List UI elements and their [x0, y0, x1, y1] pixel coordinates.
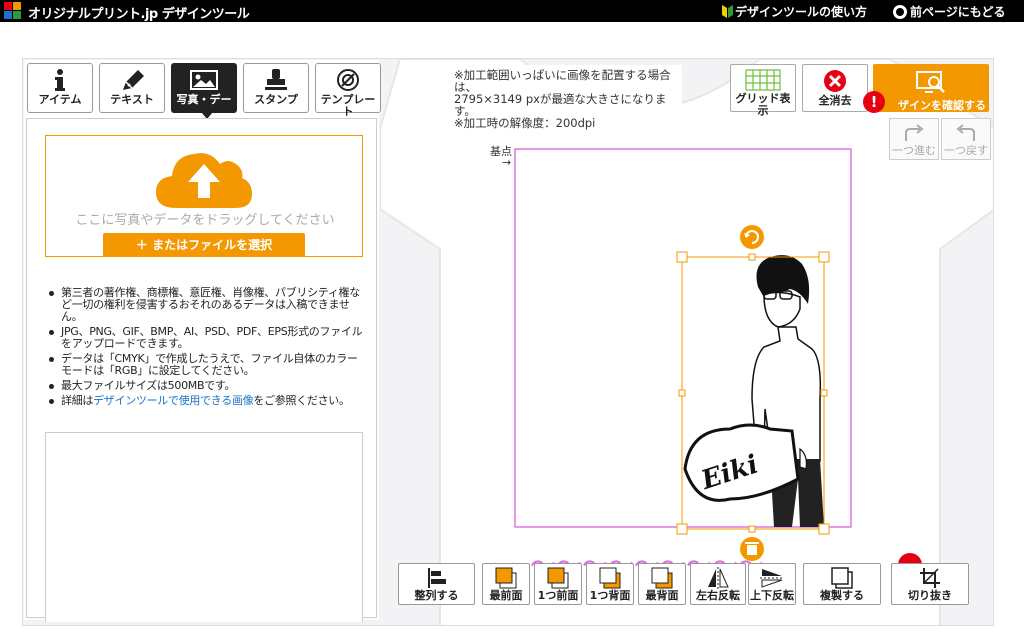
top-bar: オリジナルプリント.jp デザインツール デザインツールの使い方 前ページにもど… [0, 0, 1024, 22]
redo-button[interactable]: 一つ進む [889, 118, 939, 160]
tab-item[interactable]: アイテム [27, 63, 93, 113]
rotate-handle [740, 225, 764, 249]
upload-dropzone[interactable]: ここに写真やデータをドラッグしてください ＋ またはファイルを選択 [45, 135, 363, 257]
close-icon [824, 70, 846, 92]
send-back-icon [651, 567, 673, 589]
pen-icon [123, 70, 144, 90]
preview-icon [916, 71, 945, 93]
grid-icon [745, 69, 781, 91]
send-back-button[interactable]: 最背面 [638, 563, 686, 605]
info-icon [55, 69, 65, 91]
origin-label: 基点 → [490, 145, 512, 169]
send-backward-button[interactable]: 1つ背面 [586, 563, 634, 605]
send-backward-icon [599, 567, 621, 589]
flip-horizontal-icon [708, 567, 729, 589]
site-title[interactable]: オリジナルプリント.jp デザインツール [28, 3, 250, 22]
flip-vertical-button[interactable]: 上下反転 [748, 563, 796, 605]
crop-icon [920, 568, 940, 588]
undo-icon [956, 124, 975, 141]
clear-all-button[interactable]: 全消去 [802, 64, 868, 112]
grid-toggle-button[interactable]: グリッド表示 [730, 64, 796, 117]
tab-template[interactable]: テンプレー ト [315, 63, 381, 118]
print-info: ※加工範囲いっぱいに画像を配置する場合は、 2795×3149 pxが最適な大き… [446, 65, 682, 131]
note-item: JPG、PNG、GIF、BMP、AI、PSD、PDF、EPS形式のファイルをアッ… [49, 326, 365, 350]
howto-link[interactable]: デザインツールの使い方 [722, 3, 867, 20]
note-item: 最大ファイルサイズは500MBです。 [49, 380, 365, 392]
beginner-mark-icon [722, 5, 733, 18]
alert-icon: ! [863, 91, 885, 113]
redo-icon [905, 124, 924, 141]
usable-images-link[interactable]: デザインツールで使用できる画像 [93, 394, 254, 407]
duplicate-icon [831, 567, 853, 589]
note-item: 詳細はデザインツールで使用できる画像をご参照ください。 [49, 395, 365, 407]
flip-horizontal-button[interactable]: 左右反転 [690, 563, 746, 605]
note-item: データは「CMYK」で作成したうえで、ファイル自体のカラーモードは「RGB」に設… [49, 353, 365, 377]
bring-forward-button[interactable]: 1つ前面 [534, 563, 582, 605]
back-circle-icon [893, 5, 907, 19]
bring-forward-icon [547, 567, 569, 589]
align-icon [427, 568, 446, 588]
tool-tabs: アイテム テキスト 写真・デー スタンプ テンプレー ト [24, 60, 381, 119]
drop-hint: ここに写真やデータをドラッグしてください [75, 213, 335, 228]
template-icon [337, 69, 359, 91]
align-button[interactable]: 整列する [398, 563, 475, 605]
tab-text[interactable]: テキスト [99, 63, 165, 113]
flip-vertical-icon [760, 569, 784, 588]
select-file-button[interactable]: ＋ またはファイルを選択 [103, 233, 305, 257]
note-item: 第三者の著作権、商標権、意匠権、肖像権、パブリシティ権など一切の権利を侵害するお… [49, 287, 365, 323]
logo-icon [4, 2, 21, 19]
image-icon [190, 70, 218, 90]
bring-front-button[interactable]: 最前面 [482, 563, 530, 605]
uploaded-images-list[interactable] [45, 432, 363, 622]
upload-notes: 第三者の著作権、商標権、意匠権、肖像権、パブリシティ権など一切の権利を侵害するお… [49, 287, 365, 410]
back-link[interactable]: 前ページにもどる [893, 3, 1006, 20]
tab-stamp[interactable]: スタンプ [243, 63, 309, 113]
side-panel: アイテム テキスト 写真・デー スタンプ テンプレー ト ここに写真やデータをド… [24, 60, 381, 622]
cloud-upload-icon [156, 153, 252, 208]
undo-button[interactable]: 一つ戻す [941, 118, 991, 160]
confirm-design-button[interactable]: ザインを確認する [873, 64, 989, 112]
crop-button[interactable]: 切り抜き [891, 563, 969, 605]
photo-panel: ここに写真やデータをドラッグしてください ＋ またはファイルを選択 第三者の著作… [26, 118, 377, 622]
duplicate-button[interactable]: 複製する [803, 563, 881, 605]
bring-front-icon [495, 567, 517, 589]
tab-photo[interactable]: 写真・デー [171, 63, 237, 119]
stamp-icon [265, 69, 287, 90]
